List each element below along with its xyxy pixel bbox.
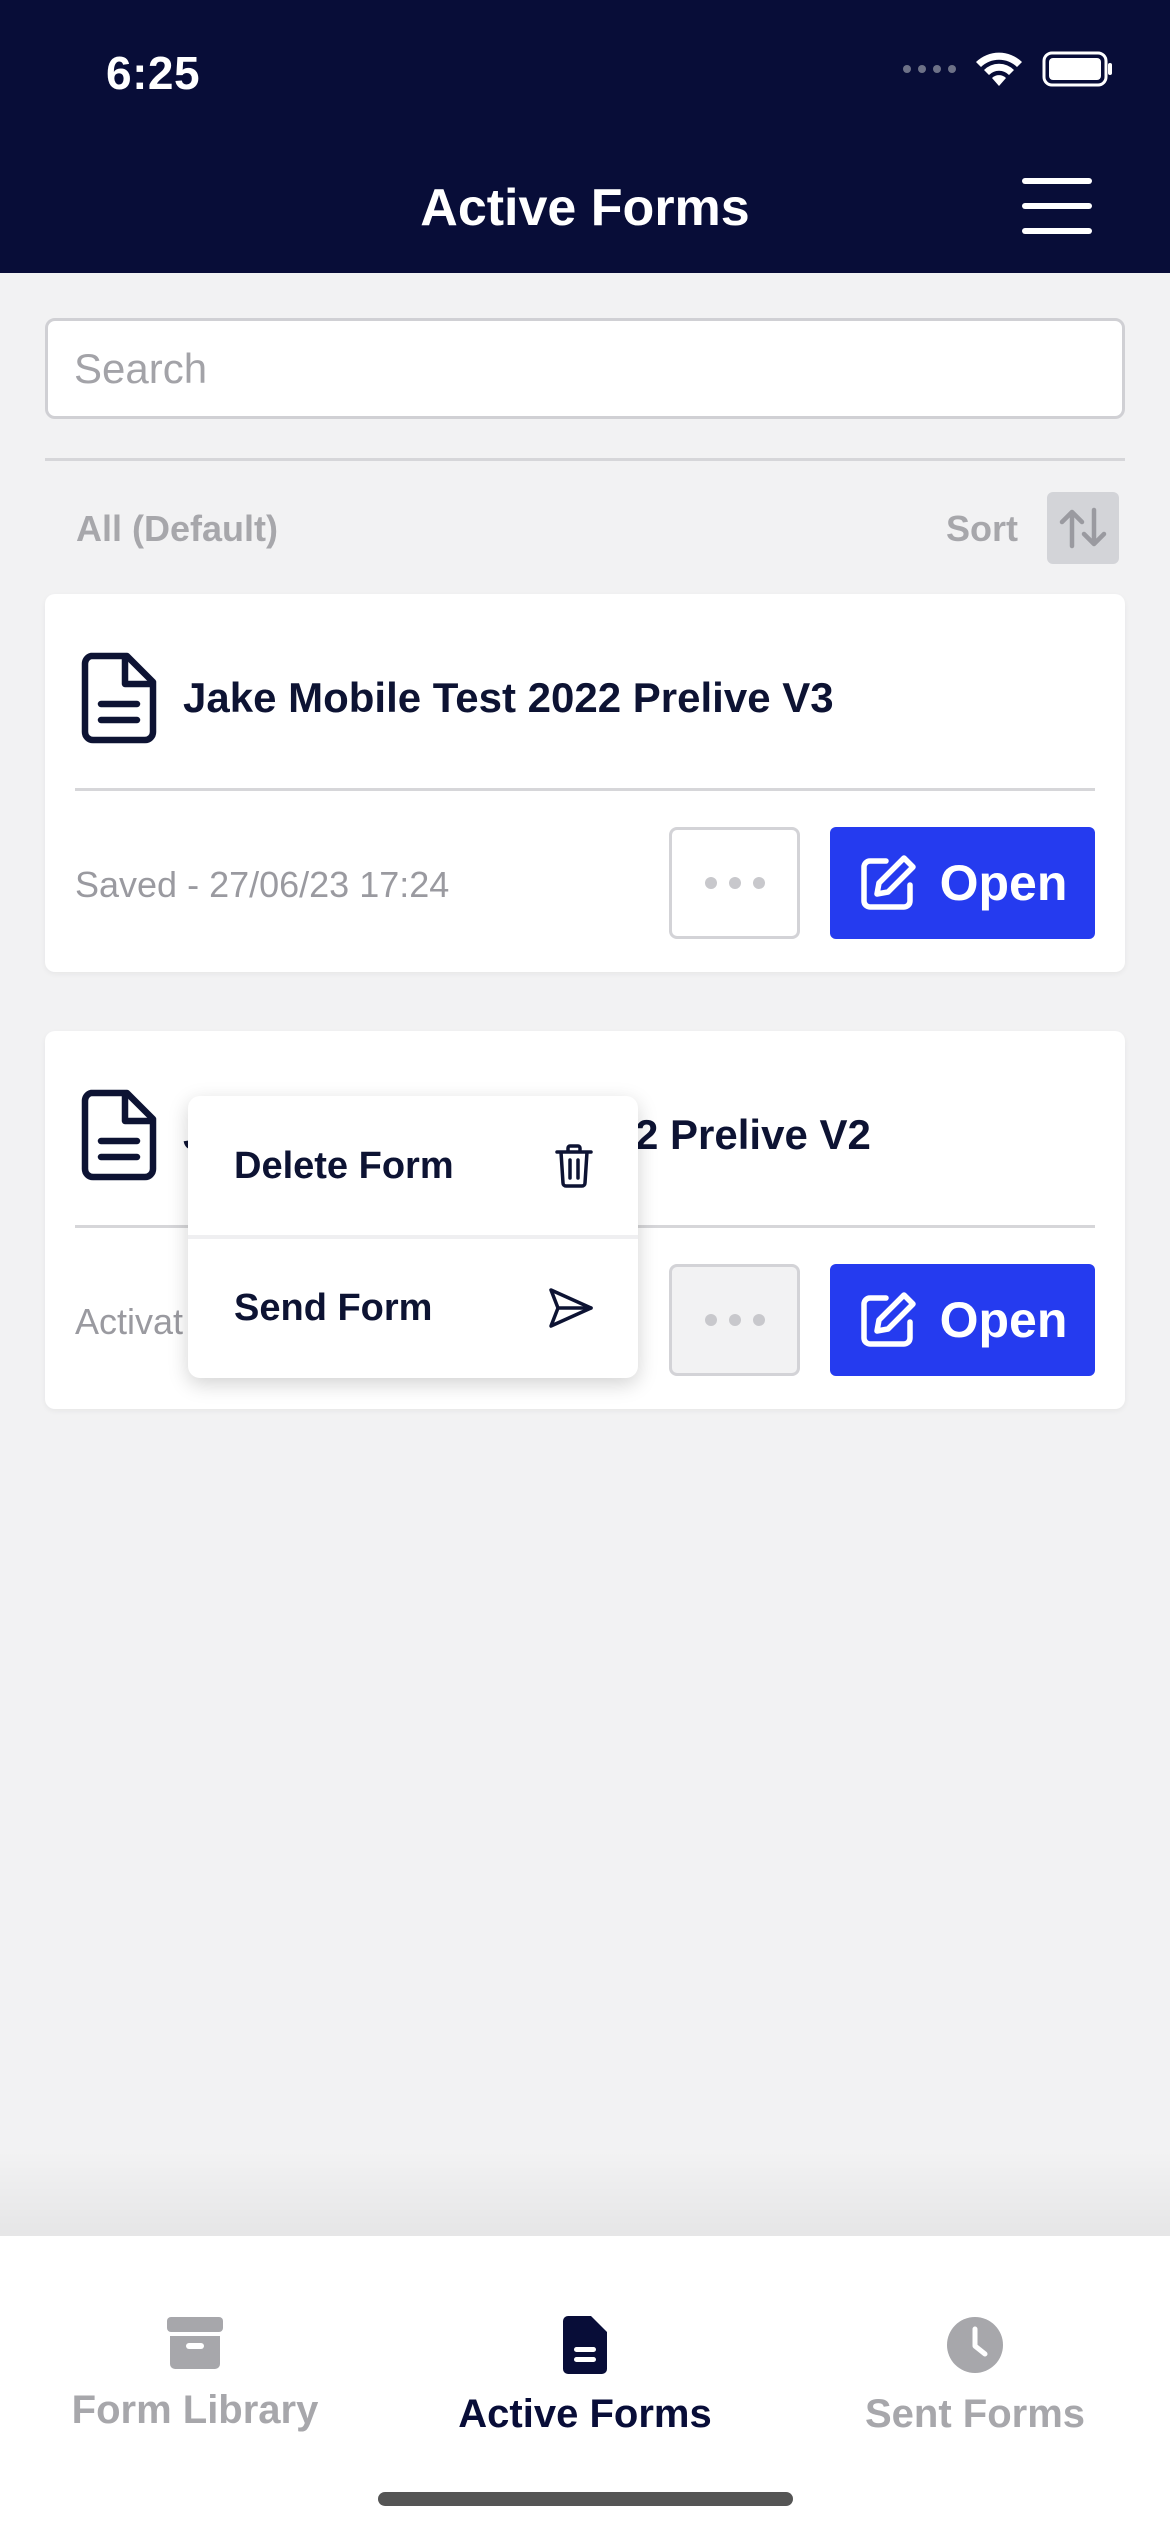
open-label: Open: [939, 1292, 1068, 1348]
sort-label: Sort: [946, 508, 1018, 549]
status-time: 6:25: [106, 47, 201, 99]
tabbar-shadow: [0, 2150, 1170, 2236]
more-options-button[interactable]: [669, 827, 800, 939]
card-divider: [75, 788, 1095, 791]
battery-icon: [1042, 51, 1112, 87]
divider: [45, 458, 1125, 461]
tab-active-forms[interactable]: Active Forms: [390, 2316, 780, 2437]
menu-line: [1022, 203, 1092, 209]
tab-label: Form Library: [71, 2388, 319, 2432]
sort-button[interactable]: [1047, 492, 1119, 564]
search-input[interactable]: [45, 318, 1125, 419]
form-title: Jake Mobile Test 2022 Prelive V3: [183, 674, 834, 721]
open-form-button[interactable]: Open: [830, 1264, 1095, 1376]
context-menu: Delete Form Send Form: [188, 1096, 638, 1378]
hamburger-menu-button[interactable]: [1022, 178, 1092, 234]
send-icon: [549, 1288, 593, 1328]
delete-form-menu-item[interactable]: Delete Form: [188, 1096, 638, 1236]
document-icon: [563, 2316, 607, 2374]
bottom-tab-bar: Form Library Active Forms Sent Forms: [0, 2236, 1170, 2532]
dot: [704, 1314, 717, 1326]
archive-box-icon: [167, 2317, 223, 2369]
page-title: Active Forms: [420, 179, 750, 237]
status-icons: [903, 50, 1114, 88]
open-label: Open: [939, 855, 1068, 911]
form-card: Jake Mobile Test 2022 Prelive V3 Saved -…: [45, 594, 1125, 972]
clock-icon: [947, 2317, 1003, 2373]
wifi-icon: [976, 52, 1022, 86]
tab-label: Sent Forms: [864, 2392, 1086, 2436]
dot: [704, 877, 717, 889]
menu-line: [1022, 178, 1092, 184]
more-options-button[interactable]: [669, 1264, 800, 1376]
screen: 6:25 Active Forms All (Default) Sort: [0, 0, 1170, 2532]
menu-line: [1022, 228, 1092, 234]
send-form-menu-item[interactable]: Send Form: [188, 1238, 638, 1378]
trash-icon: [555, 1144, 593, 1188]
menu-item-label: Send Form: [234, 1286, 433, 1329]
menu-item-label: Delete Form: [234, 1144, 454, 1187]
edit-icon: [860, 1292, 916, 1347]
edit-icon: [860, 855, 916, 910]
document-icon: [81, 1089, 157, 1181]
cellular-signal-icon: [903, 65, 956, 73]
dot: [728, 1314, 741, 1326]
tab-label: Active Forms: [458, 2392, 712, 2436]
home-indicator: [378, 2492, 793, 2506]
form-status: Activat: [75, 1301, 184, 1342]
dot: [752, 1314, 765, 1326]
dot: [752, 877, 765, 889]
document-icon: [81, 652, 157, 744]
tab-form-library[interactable]: Form Library: [0, 2316, 390, 2433]
form-title: 2 Prelive V2: [635, 1111, 871, 1158]
open-form-button[interactable]: Open: [830, 827, 1095, 939]
app-header: 6:25 Active Forms: [0, 0, 1170, 273]
filter-dropdown[interactable]: All (Default): [76, 508, 278, 550]
sort-arrows-icon: [1059, 507, 1107, 549]
tab-sent-forms[interactable]: Sent Forms: [780, 2316, 1170, 2437]
dot: [728, 877, 741, 889]
form-status: Saved - 27/06/23 17:24: [75, 864, 450, 905]
